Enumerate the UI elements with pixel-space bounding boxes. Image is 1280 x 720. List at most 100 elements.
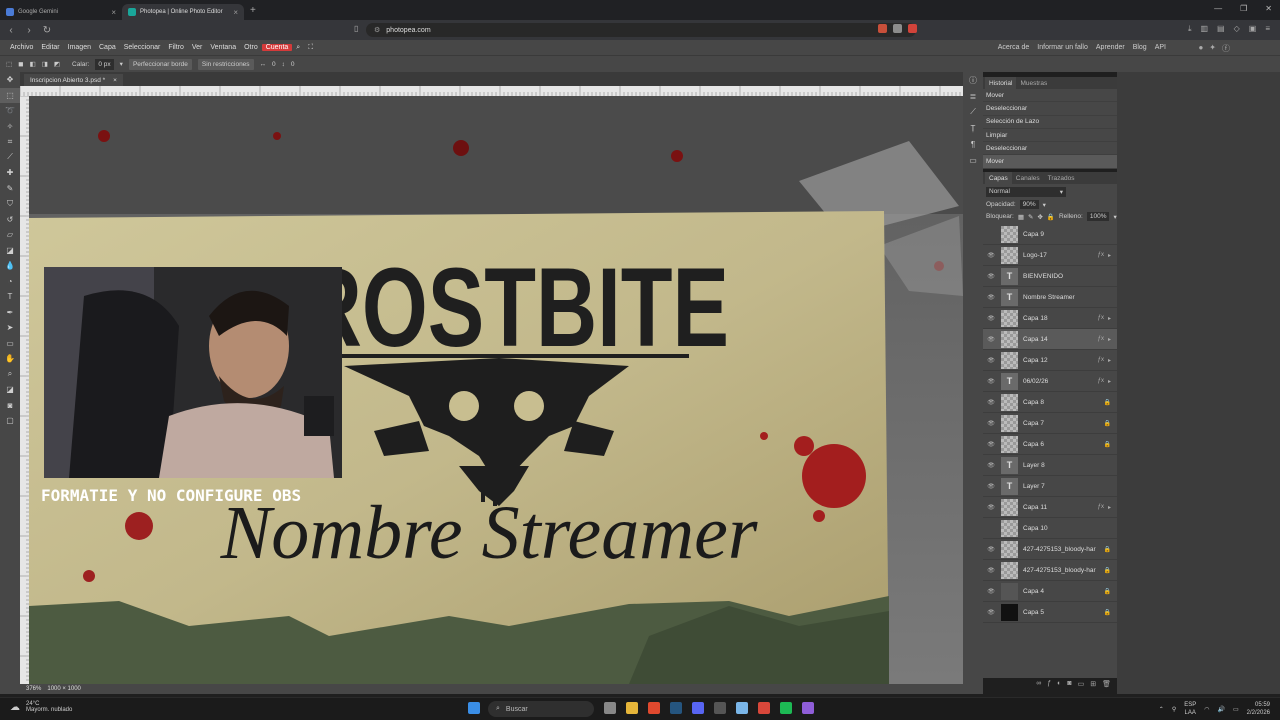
discord-icon[interactable]	[692, 702, 704, 714]
chrome-icon[interactable]	[758, 702, 770, 714]
account-button[interactable]: Cuenta	[261, 44, 293, 51]
steam-icon[interactable]	[670, 702, 682, 714]
menu-filtro[interactable]: Filtro	[164, 44, 188, 51]
tray-expand-icon[interactable]: ⌃	[1159, 706, 1164, 713]
blend-mode-select[interactable]: Normal ▾	[986, 187, 1066, 197]
tab-trazados[interactable]: Trazados	[1044, 172, 1079, 184]
volume-icon[interactable]: 🔊	[1217, 706, 1224, 713]
hand-tool-icon[interactable]: ✋	[0, 351, 20, 367]
app-icon[interactable]	[714, 702, 726, 714]
layer-row[interactable]: 👁 Capa 18 ƒx ▸	[983, 308, 1117, 329]
layer-row[interactable]: 👁 T 06/02/26 ƒx ▸	[983, 371, 1117, 392]
move-tool-icon[interactable]: ✥	[0, 72, 20, 88]
extension-icon[interactable]	[893, 24, 902, 33]
facebook-icon[interactable]: ⓕ	[1222, 43, 1230, 54]
crop-tool-icon[interactable]: ⌗	[0, 134, 20, 150]
effects-icon[interactable]: ƒx	[1098, 378, 1104, 385]
color-swatches-icon[interactable]: ◪	[0, 382, 20, 398]
weather-widget[interactable]: ☁ 24°C Mayorm. nublado	[10, 701, 72, 713]
layer-row[interactable]: 👁 T BIENVENIDO	[983, 266, 1117, 287]
lock-all-icon[interactable]: 🔒	[1047, 213, 1055, 221]
learn-link[interactable]: Aprender	[1092, 44, 1129, 51]
effects-icon[interactable]: ƒx	[1098, 336, 1104, 343]
effects-icon[interactable]: ƒx	[1098, 252, 1104, 259]
paragraph-icon[interactable]: ¶	[963, 136, 983, 152]
history-item[interactable]: Deseleccionar	[983, 142, 1117, 156]
new-selection-icon[interactable]: ◼	[18, 60, 23, 68]
ai-icon[interactable]: ◇	[1234, 24, 1240, 34]
character-icon[interactable]: Ṭ	[963, 120, 983, 136]
history-item[interactable]: Deseleccionar	[983, 102, 1117, 116]
close-tab-icon[interactable]: ×	[111, 8, 116, 17]
address-bar[interactable]: ⚙ photopea.com	[366, 23, 916, 37]
browser-tab-gemini[interactable]: Google Gemini ×	[0, 4, 122, 20]
layer-row[interactable]: Capa 10	[983, 518, 1117, 539]
blog-link[interactable]: Blog	[1129, 44, 1151, 51]
layer-row[interactable]: 👁 Capa 8 🔒	[983, 392, 1117, 413]
reload-icon[interactable]: ↻	[40, 25, 54, 36]
spotify-icon[interactable]	[780, 702, 792, 714]
css-icon[interactable]: ▭	[963, 152, 983, 168]
reddit-icon[interactable]: ●	[1198, 43, 1203, 54]
language-indicator[interactable]: ESP LAA	[1184, 701, 1196, 717]
layer-row[interactable]: 👁 Capa 14 ƒx ▸	[983, 329, 1117, 350]
layer-effects-icon[interactable]: ƒ	[1047, 680, 1051, 692]
brave-browser-icon[interactable]	[648, 702, 660, 714]
layer-row[interactable]: 👁 Capa 4 🔒	[983, 581, 1117, 602]
tab-capas[interactable]: Capas	[985, 172, 1012, 184]
blur-tool-icon[interactable]: 💧	[0, 258, 20, 274]
visibility-eye-icon[interactable]: 👁	[983, 420, 999, 427]
visibility-eye-icon[interactable]: 👁	[983, 588, 999, 595]
layer-row[interactable]: 👁 Capa 6 🔒	[983, 434, 1117, 455]
wallet-icon[interactable]: ▣	[1249, 24, 1257, 34]
site-info-icon[interactable]: ⚙	[374, 26, 380, 34]
visibility-eye-icon[interactable]: 👁	[983, 441, 999, 448]
feather-dropdown-icon[interactable]: ▾	[120, 60, 123, 68]
layer-row[interactable]: 👁 Capa 11 ƒx ▸	[983, 497, 1117, 518]
tab-muestras[interactable]: Muestras	[1016, 77, 1051, 89]
menu-otro[interactable]: Otro	[240, 44, 262, 51]
expand-arrow-icon[interactable]: ▸	[1108, 315, 1111, 322]
visibility-eye-icon[interactable]: 👁	[983, 609, 999, 616]
menu-seleccionar[interactable]: Seleccionar	[120, 44, 165, 51]
magic-wand-icon[interactable]: ✧	[0, 119, 20, 135]
layer-row[interactable]: 👁 427-4275153_bloody-har 🔒	[983, 539, 1117, 560]
extension-icon[interactable]	[878, 24, 887, 33]
windows-start-icon[interactable]	[468, 702, 480, 714]
effects-icon[interactable]: ƒx	[1098, 357, 1104, 364]
forward-icon[interactable]: ›	[22, 25, 36, 36]
menu-editar[interactable]: Editar	[37, 44, 63, 51]
back-icon[interactable]: ‹	[4, 25, 18, 36]
menu-ver[interactable]: Ver	[188, 44, 207, 51]
adjustment-icon[interactable]: ◐	[1057, 680, 1061, 692]
screen-mode-icon[interactable]: ▢	[0, 413, 20, 429]
file-explorer-icon[interactable]	[626, 702, 638, 714]
visibility-eye-icon[interactable]: 👁	[983, 378, 999, 385]
add-selection-icon[interactable]: ◧	[30, 60, 36, 68]
type-tool-icon[interactable]: T	[0, 289, 20, 305]
visibility-eye-icon[interactable]: 👁	[983, 273, 999, 280]
menu-imagen[interactable]: Imagen	[64, 44, 95, 51]
canvas-area[interactable]: FROSTBITE Nombre Streamer FORMATIE Y NO …	[29, 96, 963, 684]
close-window-icon[interactable]: ✕	[1265, 4, 1272, 13]
visibility-eye-icon[interactable]: 👁	[983, 336, 999, 343]
visibility-eye-icon[interactable]: 👁	[983, 357, 999, 364]
layer-row[interactable]: Capa 9	[983, 224, 1117, 245]
quick-mask-icon[interactable]: ◙	[0, 398, 20, 414]
link-layers-icon[interactable]: ∞	[1036, 680, 1041, 692]
browser-tab-photopea[interactable]: Photopea | Online Photo Editor ×	[122, 4, 244, 20]
lock-position-icon[interactable]: ✥	[1037, 213, 1042, 221]
bucket-icon[interactable]: ◪	[0, 243, 20, 259]
document-tab[interactable]: Inscripcion Abierto 3.psd * ×	[24, 74, 123, 86]
lock-paint-icon[interactable]: ✎	[1028, 213, 1033, 221]
api-link[interactable]: API	[1151, 44, 1170, 51]
history-item[interactable]: Selección de Lazo	[983, 116, 1117, 129]
layer-row[interactable]: 👁 Capa 12 ƒx ▸	[983, 350, 1117, 371]
width-input[interactable]: 0	[272, 61, 276, 68]
properties-icon[interactable]: ≣	[963, 88, 983, 104]
height-input[interactable]: 0	[291, 61, 295, 68]
dodge-tool-icon[interactable]: ◔	[0, 274, 20, 290]
lock-pixels-icon[interactable]: ▦	[1018, 213, 1024, 221]
mask-icon[interactable]: ◙	[1067, 680, 1071, 692]
menu-capa[interactable]: Capa	[95, 44, 120, 51]
